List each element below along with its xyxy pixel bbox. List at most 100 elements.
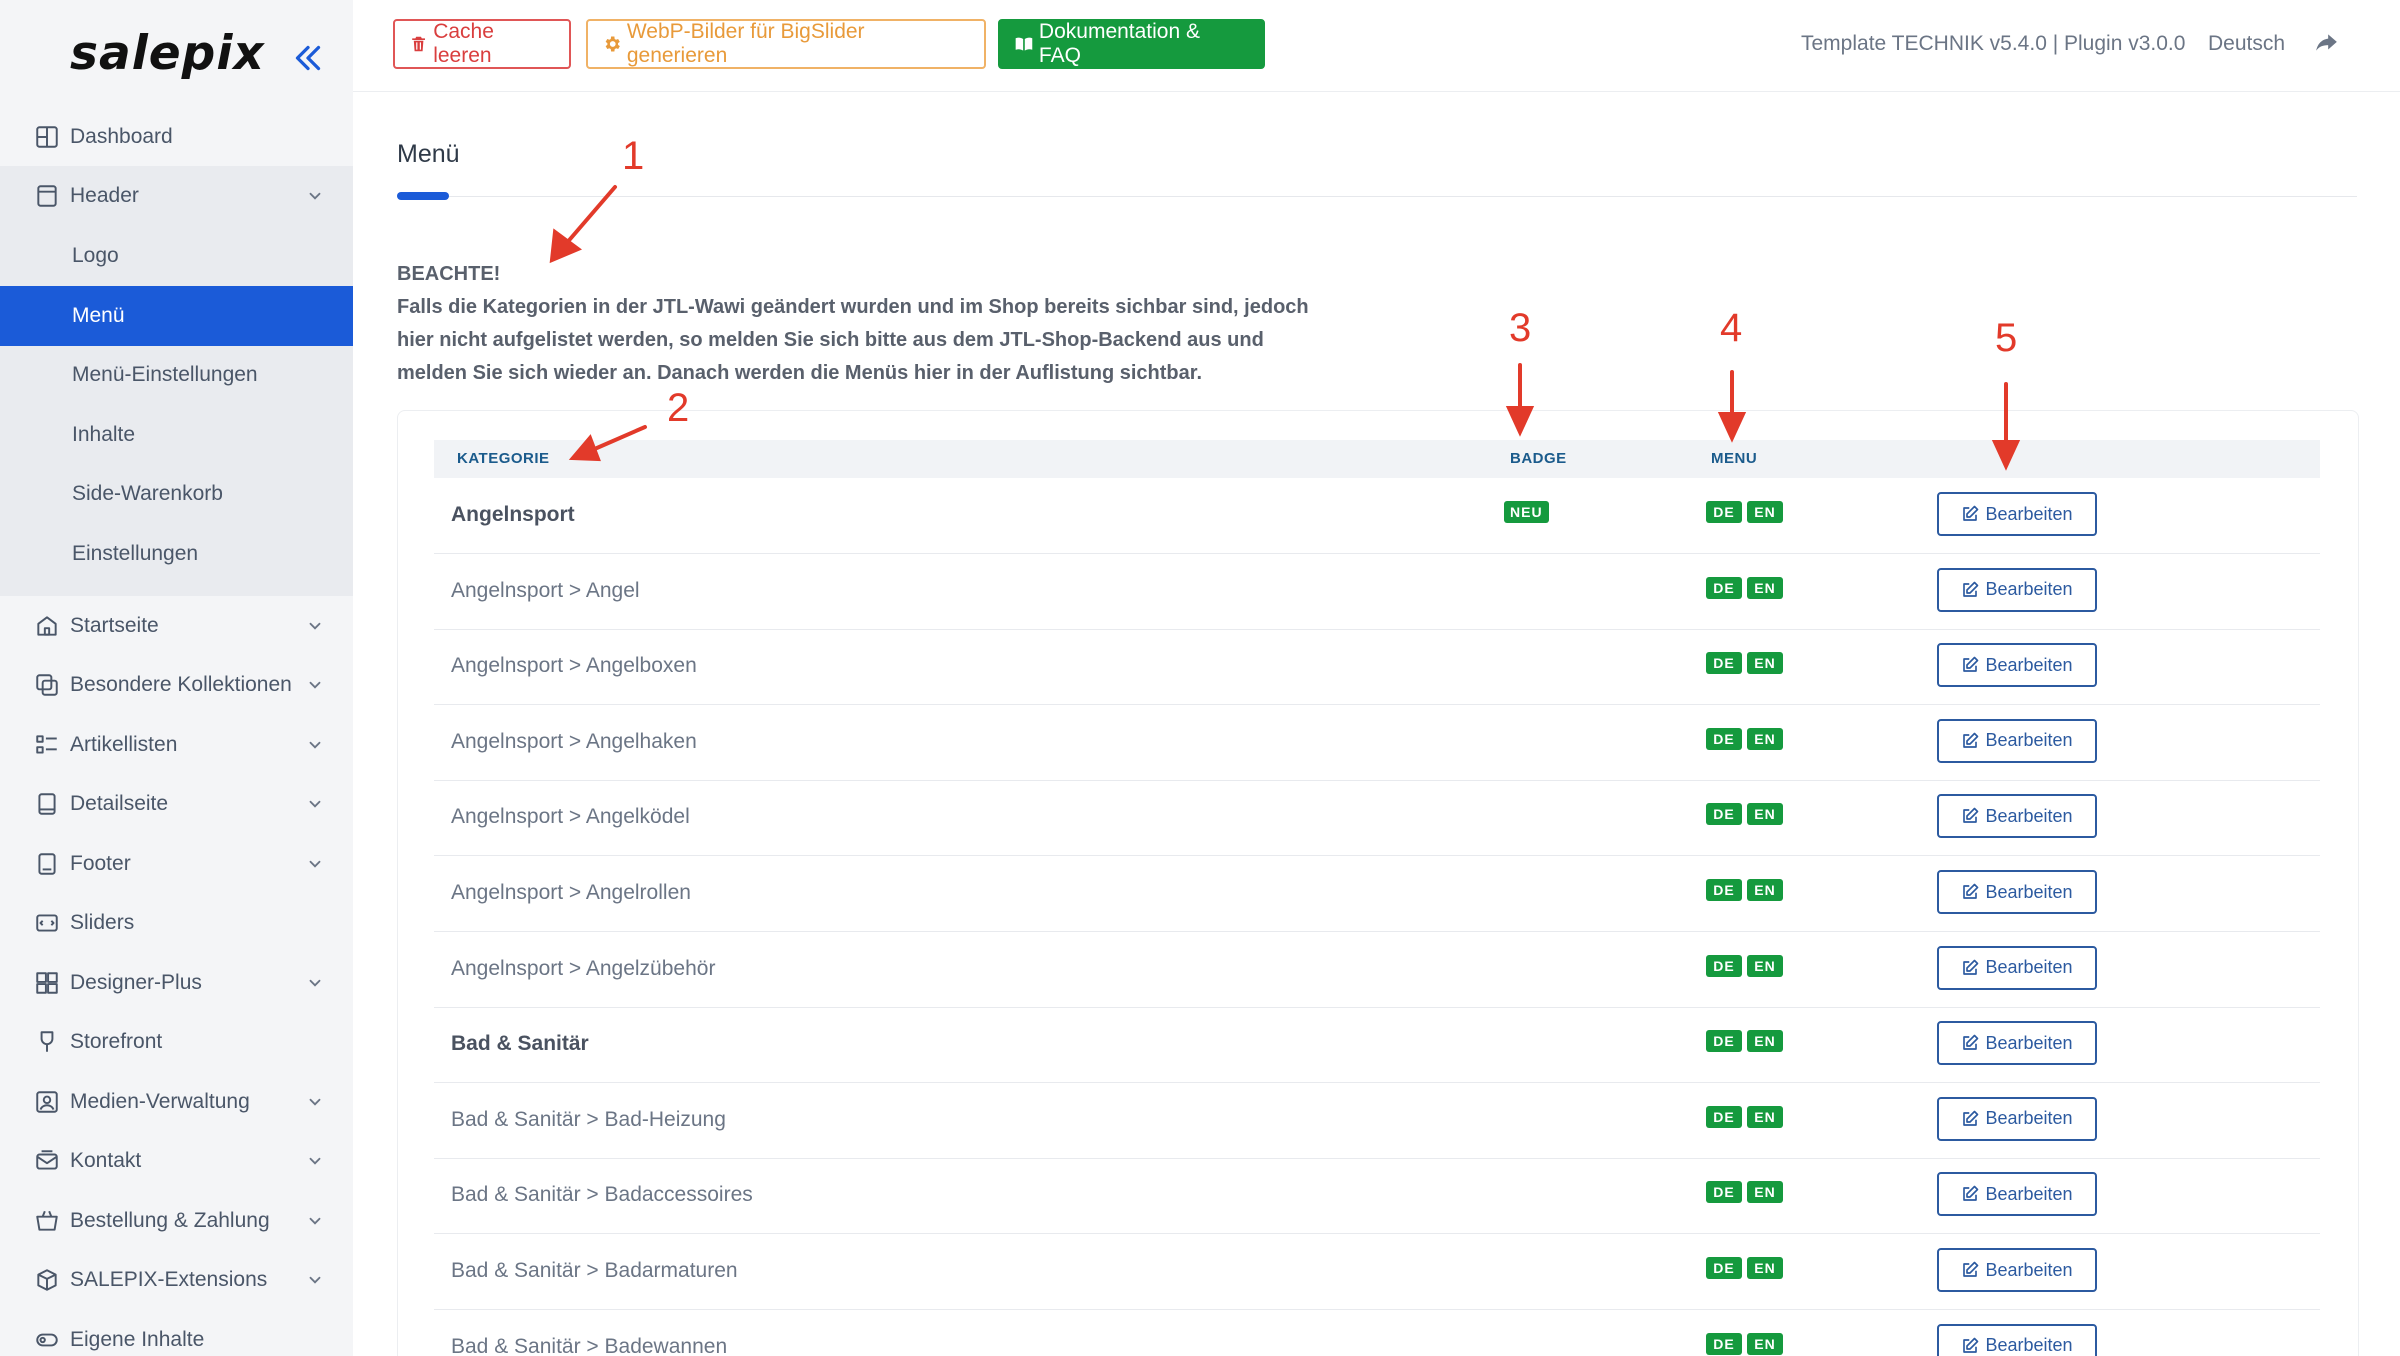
edit-button[interactable]: Bearbeiten <box>1937 870 2097 914</box>
home-icon <box>37 616 57 636</box>
share-icon[interactable] <box>2313 30 2339 56</box>
menu-lang-de-tag: DE <box>1706 652 1742 675</box>
header-badge: BADGE <box>1510 450 1567 467</box>
sidebar-item-header[interactable]: Header <box>0 166 353 226</box>
submenu-item-inhalte[interactable]: Inhalte <box>0 405 353 465</box>
sidebar-item-label: Bestellung & Zahlung <box>70 1209 270 1232</box>
submenu-item-side-warenkorb[interactable]: Side-Warenkorb <box>0 464 353 524</box>
submenu-item-label: Side-Warenkorb <box>72 482 223 506</box>
chevron-down-icon <box>309 800 321 808</box>
sidebar-item-eigene-inhalte[interactable]: Eigene Inhalte <box>0 1310 353 1356</box>
generate-webp-button[interactable]: WebP-Bilder für BigSlider generieren <box>586 19 986 69</box>
sidebar-item-footer[interactable]: Footer <box>0 834 353 894</box>
edit-button-label: Bearbeiten <box>1985 881 2073 902</box>
menu-lang-en-tag: EN <box>1747 727 1783 750</box>
table-row: Angelnsport > Angelhaken DE EN Bearbeite… <box>434 705 2320 781</box>
sidebar-item-label: SALEPIX-Extensions <box>70 1268 268 1291</box>
edit-icon <box>1963 1186 1979 1202</box>
submenu-item-label: Inhalte <box>72 422 136 446</box>
edit-button[interactable]: Bearbeiten <box>1937 1172 2097 1217</box>
collapse-sidebar-icon[interactable] <box>290 40 326 76</box>
sidebar-item-artikellisten[interactable]: Artikellisten <box>0 715 353 775</box>
edit-button-label: Bearbeiten <box>1985 957 2073 978</box>
edit-icon <box>1963 732 1979 748</box>
chevron-down-icon <box>309 860 321 868</box>
sidebar-item-designer-plus[interactable]: Designer-Plus <box>0 953 353 1013</box>
sidebar-item-label: Detailseite <box>70 792 169 815</box>
chevron-down-icon <box>309 1217 321 1225</box>
edit-icon <box>1963 808 1979 824</box>
table-header <box>434 440 2320 478</box>
notice-text: Falls die Kategorien in der JTL-Wawi geä… <box>397 296 1309 384</box>
chevron-down-icon <box>309 622 321 630</box>
clear-cache-button[interactable]: Cache leeren <box>393 19 571 69</box>
edit-button[interactable]: Bearbeiten <box>1937 1021 2097 1066</box>
edit-button-label: Bearbeiten <box>1985 730 2073 751</box>
edit-button[interactable]: Bearbeiten <box>1937 718 2097 763</box>
sidebar-item-label: Footer <box>70 852 131 875</box>
menu-lang-en-tag: EN <box>1747 1030 1783 1053</box>
sidebar-item-storefront[interactable]: Storefront <box>0 1012 353 1072</box>
slider-icon <box>36 914 58 932</box>
sidebar-item-dashboard[interactable]: Dashboard <box>0 107 353 167</box>
edit-button-label: Bearbeiten <box>1985 654 2073 675</box>
sidebar-item-detailseite[interactable]: Detailseite <box>0 774 353 834</box>
submenu-item-menue[interactable]: Menü <box>0 285 353 346</box>
notice-heading: BEACHTE! <box>397 263 501 285</box>
table-row: Angelnsport > Angel DE EN Bearbeiten <box>434 554 2320 630</box>
sidebar-item-kontakt[interactable]: Kontakt <box>0 1131 353 1191</box>
table-row: Bad & Sanitär > Badewannen DE EN Bearbei… <box>434 1310 2320 1356</box>
sidebar-item-bestellung-zahlung[interactable]: Bestellung & Zahlung <box>0 1191 353 1251</box>
sidebar-item-label: Artikellisten <box>70 733 178 756</box>
sidebar-item-label: Kontakt <box>70 1149 142 1172</box>
title-underline <box>397 192 449 200</box>
edit-button[interactable]: Bearbeiten <box>1937 794 2097 839</box>
edit-button-label: Bearbeiten <box>1985 1335 2073 1356</box>
edit-button[interactable]: Bearbeiten <box>1937 567 2097 612</box>
submenu-item-label: Menü-Einstellungen <box>72 363 258 387</box>
edit-icon <box>1963 1034 1979 1051</box>
edit-icon <box>1963 959 1979 975</box>
edit-button[interactable]: Bearbeiten <box>1937 1096 2097 1141</box>
collections-icon <box>36 674 58 696</box>
sidebar-item-sliders[interactable]: Sliders <box>0 893 353 953</box>
menu-lang-de-tag: DE <box>1706 954 1742 977</box>
sidebar-item-salepix-extensions[interactable]: SALEPIX-Extensions <box>0 1250 353 1310</box>
table-row: Angelnsport > Angelrollen DE EN Bearbeit… <box>434 856 2320 932</box>
sidebar-item-label: Eigene Inhalte <box>70 1328 205 1351</box>
submenu-item-menue-einstellungen[interactable]: Menü-Einstellungen <box>0 345 353 405</box>
documentation-button[interactable]: Dokumentation & FAQ <box>998 19 1265 69</box>
category-name: Bad & Sanitär > Badewannen <box>451 1334 728 1356</box>
menu-lang-en-tag: EN <box>1747 501 1783 523</box>
submenu-item-logo[interactable]: Logo <box>0 226 353 286</box>
sidebar-item-label: Header <box>70 184 139 207</box>
submenu-item-einstellungen[interactable]: Einstellungen <box>0 524 353 584</box>
edit-button[interactable]: Bearbeiten <box>1937 1248 2097 1292</box>
menu-lang-en-tag: EN <box>1747 576 1783 599</box>
detail-icon <box>38 793 56 815</box>
edit-button[interactable]: Bearbeiten <box>1937 643 2097 688</box>
sidebar-item-besondere-kollektionen[interactable]: Besondere Kollektionen <box>0 655 353 715</box>
menu-lang-de-tag: DE <box>1706 1332 1742 1355</box>
edit-button[interactable]: Bearbeiten <box>1937 492 2097 536</box>
new-badge: NEU <box>1504 501 1549 523</box>
menu-lang-en-tag: EN <box>1747 1105 1783 1128</box>
edit-icon <box>1963 1337 1979 1353</box>
menu-lang-en-tag: EN <box>1747 652 1783 675</box>
chevron-down-icon <box>309 1098 321 1106</box>
menu-lang-de-tag: DE <box>1706 576 1742 599</box>
edit-button-label: Bearbeiten <box>1985 503 2073 524</box>
brand-logo[interactable]: salepix <box>70 26 265 81</box>
edit-button-label: Bearbeiten <box>1985 1259 2073 1280</box>
edit-icon <box>1963 883 1979 899</box>
edit-button[interactable]: Bearbeiten <box>1937 1323 2097 1356</box>
annotation-number-5: 5 <box>1995 316 2018 360</box>
header-menu: MENU <box>1711 450 1758 467</box>
menu-lang-de-tag: DE <box>1706 501 1742 523</box>
chevron-down-icon <box>309 1276 321 1284</box>
sidebar-item-medien-verwaltung[interactable]: Medien-Verwaltung <box>0 1072 353 1132</box>
edit-button[interactable]: Bearbeiten <box>1937 945 2097 990</box>
sidebar-item-startseite[interactable]: Startseite <box>0 596 353 656</box>
language-selector[interactable]: Deutsch <box>2208 32 2285 56</box>
edit-icon <box>1963 505 1979 521</box>
